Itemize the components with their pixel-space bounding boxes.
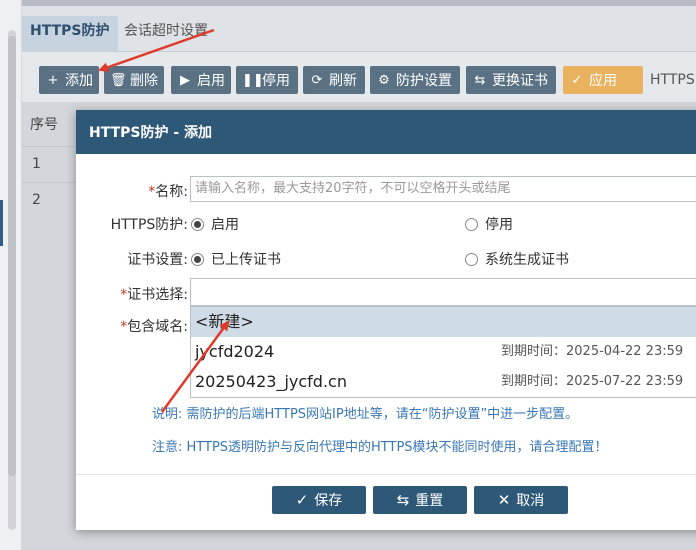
toolbar: + 添加 🗑 删除 ▶ 启用 ❚❚ 停用 ⟳ 刷新 ⚙ 防护设置 ⇆ 更换证书 ✓ 应用 HTT… — [22, 52, 696, 102]
play-icon: ▶ — [180, 72, 190, 88]
disable-button[interactable]: ❚❚ 停用 — [236, 66, 298, 94]
gear-icon: ⚙ — [378, 72, 390, 88]
tab-session-timeout[interactable]: 会话超时设置 — [122, 16, 208, 52]
left-accent-marker — [0, 200, 3, 246]
dialog-title: HTTPS防护 - 添加 — [76, 110, 696, 154]
table-row-number: 1 — [32, 156, 41, 172]
left-scrollbar-thumb[interactable] — [8, 36, 16, 476]
row-divider — [22, 146, 82, 147]
domain-label: *包含域名: — [120, 319, 188, 335]
check-icon: ✓ — [295, 491, 309, 509]
column-header-seq: 序号 — [30, 117, 58, 133]
tab-https-protection[interactable]: HTTPS防护 — [22, 16, 118, 52]
description-note: 说明: 需防护的后端HTTPS网站IP地址等，请在“防护设置”中进一步配置。 — [152, 407, 579, 422]
refresh-button[interactable]: ⟳ 刷新 — [303, 66, 365, 94]
radio-empty-icon — [465, 217, 478, 231]
cert-select-label: *证书选择: — [120, 287, 188, 303]
tab-bar: HTTPS防护 会话超时设置 — [22, 6, 696, 52]
pause-icon: ❚❚ — [242, 72, 264, 88]
add-dialog: HTTPS防护 - 添加 *名称: 请输入名称，最大支持20字符，不可以空格开头… — [76, 110, 696, 530]
name-input[interactable]: 请输入名称，最大支持20字符，不可以空格开头或结尾 — [190, 176, 696, 202]
dropdown-option[interactable]: jycfd2024 到期时间：2025-04-22 23:59 — [191, 337, 696, 367]
radio-selected-icon — [191, 217, 204, 231]
cert-uploaded-radio[interactable]: 已上传证书 — [191, 249, 281, 269]
plus-icon: + — [47, 72, 59, 88]
delete-button[interactable]: 🗑 删除 — [104, 66, 164, 94]
cert-setting-label: 证书设置: — [127, 252, 188, 268]
toolbar-trailing-text: HTTPS — [650, 72, 695, 88]
radio-selected-icon — [191, 252, 204, 266]
apply-button[interactable]: ✓ 应用 — [563, 66, 643, 94]
protection-settings-button[interactable]: ⚙ 防护设置 — [370, 66, 460, 94]
replace-cert-button[interactable]: ⇆ 更换证书 — [466, 66, 556, 94]
dropdown-option[interactable]: 20250423_jycfd.cn 到期时间：2025-07-22 23:59 — [191, 367, 696, 397]
cancel-button[interactable]: ✕ 取消 — [474, 486, 568, 514]
swap-icon: ⇆ — [396, 491, 410, 509]
cert-select-field[interactable] — [190, 278, 696, 306]
add-button[interactable]: + 添加 — [39, 66, 99, 94]
warning-note: 注意: HTTPS透明防护与反向代理中的HTTPS模块不能同时使用，请合理配置！ — [152, 440, 608, 455]
check-icon: ✓ — [571, 72, 583, 88]
close-icon: ✕ — [497, 491, 511, 509]
footer-divider — [76, 474, 696, 475]
cert-system-radio[interactable]: 系统生成证书 — [465, 249, 569, 269]
dropdown-option-new[interactable]: <新建> — [191, 307, 696, 337]
reset-button[interactable]: ⇆ 重置 — [373, 486, 467, 514]
https-disable-radio[interactable]: 停用 — [465, 214, 513, 234]
cert-dropdown-list: <新建> jycfd2024 到期时间：2025-04-22 23:59 2025… — [190, 306, 696, 398]
expire-time: 到期时间：2025-04-22 23:59 — [501, 344, 684, 359]
radio-empty-icon — [465, 252, 478, 266]
https-protection-label: HTTPS防护: — [110, 217, 188, 233]
expire-time: 到期时间：2025-07-22 23:59 — [501, 374, 684, 389]
enable-button[interactable]: ▶ 启用 — [171, 66, 231, 94]
https-enable-radio[interactable]: 启用 — [191, 214, 239, 234]
swap-icon: ⇆ — [474, 72, 486, 88]
trash-icon: 🗑 — [110, 72, 127, 88]
save-button[interactable]: ✓ 保存 — [272, 486, 366, 514]
row-divider — [22, 182, 82, 183]
refresh-icon: ⟳ — [311, 72, 323, 88]
name-label: *名称: — [148, 184, 188, 200]
table-row-number: 2 — [32, 192, 41, 208]
